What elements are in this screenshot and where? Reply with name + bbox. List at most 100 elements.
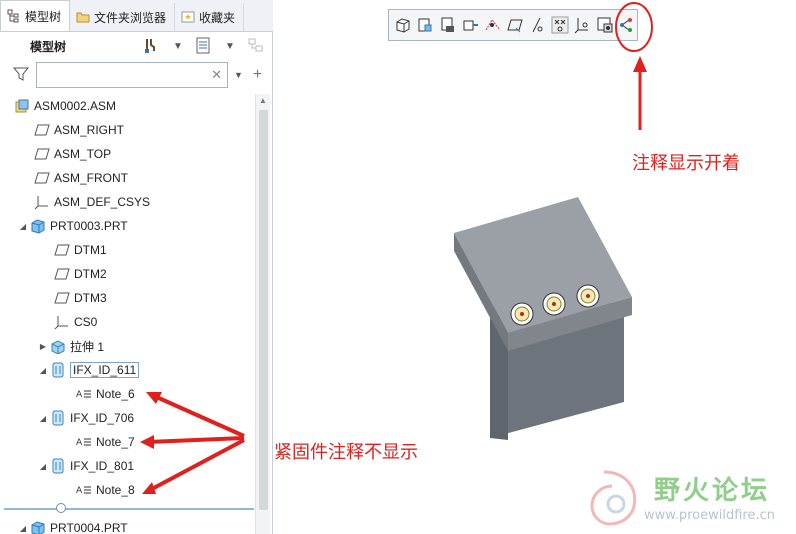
filter-funnel-icon[interactable]: [12, 65, 34, 86]
display-style-icon[interactable]: [483, 14, 502, 36]
tree-label: PRT0003.PRT: [50, 219, 128, 233]
csys-display-icon[interactable]: [573, 14, 592, 36]
fastener-icon: [50, 458, 66, 474]
tree-label: ASM0002.ASM: [34, 99, 117, 113]
tree-label: DTM1: [74, 243, 107, 257]
clear-icon[interactable]: ✕: [211, 67, 222, 83]
tree-node-asm-front[interactable]: ASM_FRONT: [34, 166, 128, 190]
tree-node-note7[interactable]: A Note_7: [76, 430, 135, 454]
csys-icon: [34, 194, 50, 210]
datum-plane-icon: [54, 242, 70, 258]
view-manager-icon[interactable]: [438, 14, 457, 36]
chevron-down-icon[interactable]: ▼: [234, 70, 243, 80]
part-icon: [30, 520, 46, 534]
svg-text:A: A: [76, 390, 83, 400]
arrow-head: [633, 56, 647, 72]
tree-label: Note_8: [96, 483, 135, 497]
datum-plane-icon: [34, 146, 50, 162]
chevron-down-icon[interactable]: ▼: [169, 37, 187, 55]
chevron-down-icon[interactable]: ▼: [221, 37, 239, 55]
tree-label: CS0: [74, 315, 98, 329]
datum-plane-icon: [54, 290, 70, 306]
annotation-display-icon[interactable]: [595, 14, 614, 36]
watermark-title: 野火论坛: [654, 476, 771, 506]
insert-here-line: [4, 508, 254, 510]
note-icon: A: [76, 386, 92, 402]
tab-favorites[interactable]: 收藏夹: [175, 3, 245, 31]
expand-icon[interactable]: ▶: [36, 342, 50, 351]
tree-label: ASM_TOP: [54, 147, 112, 161]
search-field[interactable]: ✕: [36, 62, 228, 88]
favorites-icon: [181, 11, 195, 23]
tree-node-asm0002[interactable]: ASM0002.ASM: [14, 94, 116, 118]
tree-label: IFX_ID_611: [70, 362, 140, 378]
datum-axis-display-icon[interactable]: [528, 14, 547, 36]
tree-node-asm-right[interactable]: ASM_RIGHT: [34, 118, 124, 142]
search-input[interactable]: [37, 63, 207, 87]
tree-label: ASM_DEF_CSYS: [54, 195, 151, 209]
extrude-icon: [50, 338, 66, 354]
tree-node-prt0004[interactable]: ◢ PRT0004.PRT: [16, 516, 128, 534]
saved-views-icon[interactable]: [415, 14, 434, 36]
tree-node-note8[interactable]: A Note_8: [76, 478, 135, 502]
csys-icon: [54, 314, 70, 330]
show-options-icon[interactable]: [195, 37, 213, 55]
collapse-icon[interactable]: ◢: [36, 366, 50, 375]
part-icon: [30, 218, 46, 234]
tree-callout-text: 紧固件注释不显示: [274, 442, 418, 463]
collapse-icon[interactable]: ◢: [16, 222, 30, 231]
tree-label: DTM3: [74, 291, 107, 305]
tab-model-tree[interactable]: 模型树: [0, 0, 71, 31]
point-display-icon[interactable]: [550, 14, 569, 36]
settings-tools-icon[interactable]: [143, 37, 161, 55]
datum-plane-icon: [54, 266, 70, 282]
tree-node-dtm1[interactable]: DTM1: [54, 238, 107, 262]
collapse-icon[interactable]: ◢: [36, 462, 50, 471]
tree-title: 模型树: [30, 39, 67, 54]
tree-node-asm-def-csys[interactable]: ASM_DEF_CSYS: [34, 190, 150, 214]
tab-folder-browser[interactable]: 文件夹浏览器: [70, 3, 176, 31]
tree-node-ifx-706[interactable]: ◢ IFX_ID_706: [36, 406, 134, 430]
tree-node-extrude1[interactable]: ▶ 拉伸 1: [36, 334, 104, 358]
tree-node-cs0[interactable]: CS0: [54, 310, 97, 334]
refit-icon[interactable]: [393, 14, 412, 36]
datum-plane-icon: [34, 122, 50, 138]
scroll-thumb[interactable]: [259, 110, 268, 510]
site-watermark: 野火论坛 www.proewildfire.cn: [586, 462, 796, 532]
tree-node-dtm3[interactable]: DTM3: [54, 286, 107, 310]
collapse-icon[interactable]: ◢: [16, 524, 30, 533]
tree-node-ifx-801[interactable]: ◢ IFX_ID_801: [36, 454, 134, 478]
perspective-icon[interactable]: [460, 14, 479, 36]
collapse-icon[interactable]: ◢: [36, 414, 50, 423]
scroll-up-icon[interactable]: ▲: [259, 96, 267, 105]
tree-node-asm-top[interactable]: ASM_TOP: [34, 142, 111, 166]
insert-here-handle[interactable]: [56, 503, 66, 513]
tree-node-note6[interactable]: A Note_6: [76, 382, 135, 406]
fastener-icon: [50, 410, 66, 426]
tab-label: 文件夹浏览器: [94, 10, 167, 25]
fastener-head: [542, 292, 566, 316]
tree-label: 拉伸 1: [70, 339, 105, 354]
panel-tabs: 模型树 文件夹浏览器 收藏夹: [0, 0, 273, 32]
tree-node-prt0003[interactable]: ◢ PRT0003.PRT: [16, 214, 128, 238]
fastener-icon: [50, 362, 66, 378]
search-row: ✕ ▼ +: [0, 60, 273, 90]
view-toolbar: [388, 9, 638, 41]
datum-plane-icon: [34, 170, 50, 186]
model-tree: ASM0002.ASM ASM_RIGHT ASM_TOP ASM_FRONT …: [0, 94, 255, 534]
tree-label: IFX_ID_706: [70, 411, 135, 425]
tab-label: 模型树: [25, 9, 62, 24]
tree-node-ifx-611[interactable]: ◢ IFX_ID_611: [36, 358, 140, 382]
tree-label: ASM_RIGHT: [54, 123, 125, 137]
tree-header: 模型树 ▼ ▼: [0, 32, 273, 60]
datum-plane-display-icon[interactable]: [505, 14, 524, 36]
assembly-icon: [14, 98, 30, 114]
add-filter-icon[interactable]: +: [253, 66, 262, 84]
tree-scrollbar[interactable]: ▲: [255, 94, 270, 534]
svg-text:A: A: [76, 486, 83, 496]
model-3d: [454, 197, 632, 440]
spin-center-icon[interactable]: [618, 14, 637, 36]
toolbar-callout-text: 注释显示开着: [632, 153, 740, 174]
tree-filter-disabled-icon[interactable]: [247, 37, 265, 55]
tree-node-dtm2[interactable]: DTM2: [54, 262, 107, 286]
